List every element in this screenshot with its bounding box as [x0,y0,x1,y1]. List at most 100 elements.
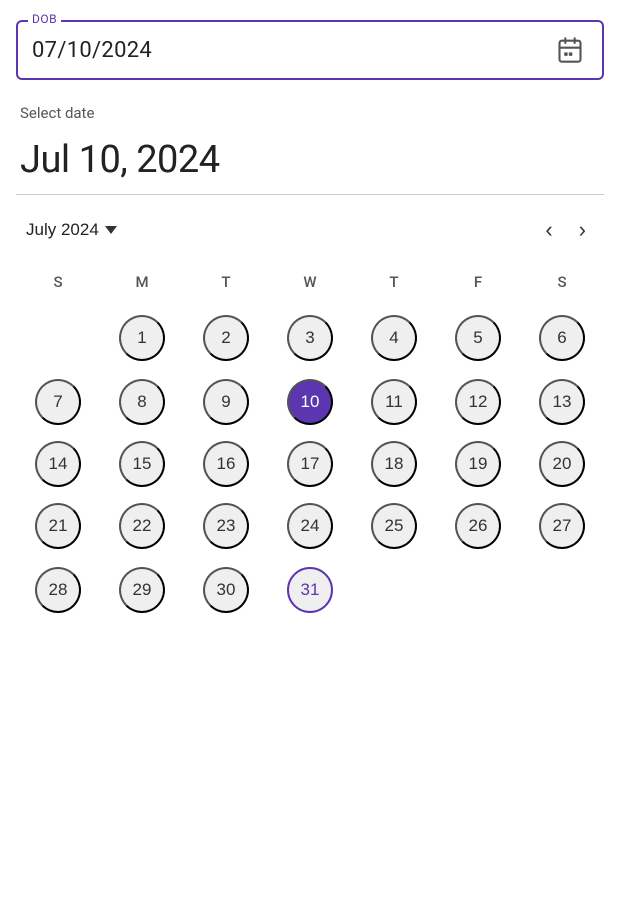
day-button-30[interactable]: 30 [203,567,249,613]
calendar-cell: 28 [16,557,100,623]
weekday-wed: W [268,267,352,305]
calendar-cell: 13 [520,371,604,433]
day-button-23[interactable]: 23 [203,503,249,549]
dob-field: DOB 07/10/2024 [16,20,604,80]
calendar-cell [16,305,100,371]
day-button-3[interactable]: 3 [287,315,333,361]
calendar-body: 1234567891011121314151617181920212223242… [16,305,604,623]
calendar-cell: 18 [352,433,436,495]
calendar-week-4: 21 22 23 24 25 26 27 [16,495,604,557]
calendar-cell: 14 [16,433,100,495]
day-button-13[interactable]: 13 [539,379,585,425]
empty-cell [371,565,417,611]
calendar-cell: 2 [184,305,268,371]
page-container: DOB 07/10/2024 Select date Jul 10, 2024 … [0,0,620,643]
day-button-14[interactable]: 14 [35,441,81,487]
calendar-week-2: 789 10 11 12 13 [16,371,604,433]
day-button-22[interactable]: 22 [119,503,165,549]
dob-label: DOB [28,12,61,26]
day-button-27[interactable]: 27 [539,503,585,549]
calendar-cell: 6 [520,305,604,371]
calendar-header: July 2024 ‹ › [16,213,604,247]
chevron-down-icon [105,226,117,234]
day-button-7[interactable]: 7 [35,379,81,425]
calendar-icon-button[interactable] [552,32,588,68]
day-button-24[interactable]: 24 [287,503,333,549]
day-button-15[interactable]: 15 [119,441,165,487]
weekday-sun: S [16,267,100,305]
calendar-cell [436,557,520,623]
calendar-divider [16,194,604,195]
calendar-cell: 25 [352,495,436,557]
calendar-cell: 4 [352,305,436,371]
calendar-cell: 10 [268,371,352,433]
day-button-20[interactable]: 20 [539,441,585,487]
day-button-1[interactable]: 1 [119,315,165,361]
select-date-label: Select date [16,104,604,122]
day-button-16[interactable]: 16 [203,441,249,487]
calendar-cell: 29 [100,557,184,623]
calendar-cell: 5 [436,305,520,371]
calendar-grid: S M T W T F S 12345678910111213141516171… [16,267,604,623]
calendar-week-5: 28 29 30 31 [16,557,604,623]
calendar-cell: 19 [436,433,520,495]
calendar-cell: 21 [16,495,100,557]
weekday-thu: T [352,267,436,305]
calendar-cell: 31 [268,557,352,623]
calendar-cell: 22 [100,495,184,557]
day-button-6[interactable]: 6 [539,315,585,361]
day-button-31[interactable]: 31 [287,567,333,613]
empty-cell [455,565,501,611]
day-button-11[interactable]: 11 [371,379,417,425]
calendar-cell: 11 [352,371,436,433]
calendar-cell: 17 [268,433,352,495]
calendar-cell: 30 [184,557,268,623]
day-button-12[interactable]: 12 [455,379,501,425]
day-button-25[interactable]: 25 [371,503,417,549]
day-button-2[interactable]: 2 [203,315,249,361]
prev-month-button[interactable]: ‹ [537,213,560,247]
empty-cell [35,313,81,359]
selected-date-display: Jul 10, 2024 [16,138,604,182]
weekday-fri: F [436,267,520,305]
calendar-cell: 9 [184,371,268,433]
dob-value: 07/10/2024 [32,38,152,63]
day-button-28[interactable]: 28 [35,567,81,613]
calendar-week-3: 14 15 16 17 18 19 20 [16,433,604,495]
weekday-sat: S [520,267,604,305]
weekday-mon: M [100,267,184,305]
calendar-cell: 15 [100,433,184,495]
calendar-cell: 7 [16,371,100,433]
day-button-8[interactable]: 8 [119,379,165,425]
day-button-26[interactable]: 26 [455,503,501,549]
month-year-label: July 2024 [26,220,99,240]
day-button-21[interactable]: 21 [35,503,81,549]
calendar-icon [556,36,584,64]
day-button-5[interactable]: 5 [455,315,501,361]
calendar-cell [520,557,604,623]
weekdays-row: S M T W T F S [16,267,604,305]
day-button-29[interactable]: 29 [119,567,165,613]
day-button-19[interactable]: 19 [455,441,501,487]
calendar-cell: 3 [268,305,352,371]
day-button-10[interactable]: 10 [287,379,333,425]
weekday-tue: T [184,267,268,305]
empty-cell [539,565,585,611]
calendar-cell: 20 [520,433,604,495]
calendar-cell [352,557,436,623]
day-button-4[interactable]: 4 [371,315,417,361]
day-button-18[interactable]: 18 [371,441,417,487]
dob-input-row: 07/10/2024 [32,32,588,68]
calendar-cell: 12 [436,371,520,433]
day-button-17[interactable]: 17 [287,441,333,487]
calendar-cell: 8 [100,371,184,433]
calendar-cell: 26 [436,495,520,557]
month-year-button[interactable]: July 2024 [26,220,117,240]
day-button-9[interactable]: 9 [203,379,249,425]
calendar-cell: 23 [184,495,268,557]
calendar-week-1: 123456 [16,305,604,371]
calendar-cell: 27 [520,495,604,557]
next-month-button[interactable]: › [571,213,594,247]
calendar-nav: ‹ › [537,213,594,247]
calendar-cell: 16 [184,433,268,495]
